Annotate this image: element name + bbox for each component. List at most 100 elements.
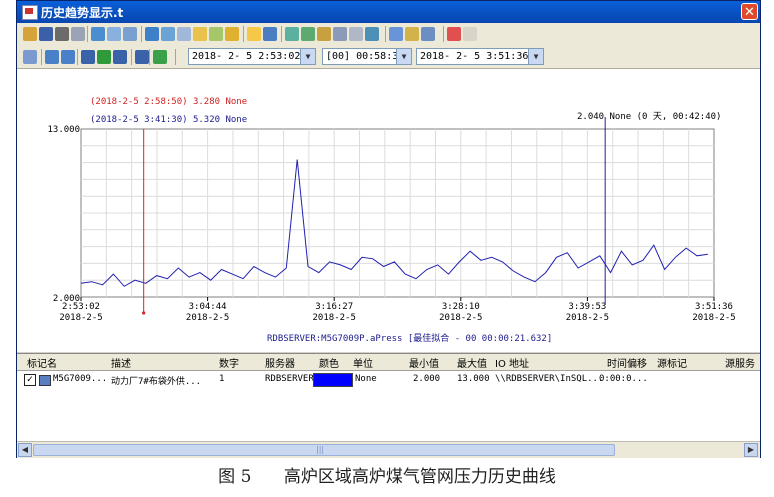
toolbar-separator bbox=[41, 49, 42, 65]
skip-end-icon[interactable] bbox=[135, 50, 149, 64]
scroll-grip: ||| bbox=[316, 445, 325, 454]
toolbar-separator bbox=[149, 49, 150, 65]
trend-chart-icon[interactable] bbox=[161, 27, 175, 41]
start-time-value: 2018- 2- 5 2:53:02 bbox=[192, 51, 301, 62]
col-tag-name[interactable]: 标记名 bbox=[27, 355, 57, 370]
x-tick-time-label: 3:28:10 bbox=[442, 302, 480, 312]
x-tick-time-label: 3:51:36 bbox=[695, 302, 733, 312]
x-tick-date-label: 2018-2-5 bbox=[186, 313, 229, 323]
print-icon[interactable] bbox=[55, 27, 69, 41]
interval-combo[interactable]: [00] 00:58:34.057 ▼ bbox=[322, 48, 412, 65]
cell-io-address: \\RDBSERVER\InSQL... bbox=[495, 374, 604, 384]
save-icon[interactable] bbox=[39, 27, 53, 41]
time-toolbar: 2018- 2- 5 2:53:02 ▼ [00] 00:58:34.057 ▼… bbox=[17, 46, 760, 69]
cursor-remove-icon[interactable] bbox=[301, 27, 315, 41]
history-trend-window: 历史趋势显示.t ✕ 2018- 2- 5 2:53:02 ▼ [00] 00:… bbox=[16, 0, 761, 458]
row-checkbox[interactable]: ✓ bbox=[24, 374, 36, 386]
toolbar-separator bbox=[443, 26, 444, 42]
col-server[interactable]: 服务器 bbox=[265, 355, 295, 370]
table-header: 标记名 描述 数字 服务器 颜色 单位 最小值 最大值 IO 地址 时间偏移 源… bbox=[17, 354, 760, 371]
col-description[interactable]: 描述 bbox=[111, 355, 131, 370]
fit-icon[interactable] bbox=[365, 27, 379, 41]
blue-cursor-readout: (2018-2-5 3:41:30) 5.320 None bbox=[90, 115, 247, 125]
col-unit[interactable]: 单位 bbox=[353, 355, 373, 370]
col-source-tag[interactable]: 源标记 bbox=[657, 355, 687, 370]
pin-icon[interactable] bbox=[193, 27, 207, 41]
col-source-server[interactable]: 源服务 bbox=[725, 355, 755, 370]
x-tick-date-label: 2018-2-5 bbox=[439, 313, 482, 323]
tag-icon bbox=[39, 375, 51, 386]
undo-icon[interactable] bbox=[447, 27, 461, 41]
scroll-right-button[interactable]: ▶ bbox=[744, 443, 758, 457]
highlight-icon[interactable] bbox=[247, 27, 261, 41]
cell-description: 动力厂7#布袋外供... bbox=[111, 377, 202, 387]
zoom-out-icon[interactable] bbox=[61, 50, 75, 64]
pan-icon[interactable] bbox=[405, 27, 419, 41]
end-time-combo[interactable]: 2018- 2- 5 3:51:36 ▼ bbox=[416, 48, 544, 65]
cell-max: 13.000 bbox=[457, 374, 490, 384]
chevron-down-icon[interactable]: ▼ bbox=[396, 49, 411, 64]
scroll-thumb[interactable]: ||| bbox=[33, 444, 615, 456]
close-button[interactable]: ✕ bbox=[741, 3, 758, 20]
properties-icon[interactable] bbox=[91, 27, 105, 41]
table-row[interactable]: ✓ M5G7009... 动力厂7#布袋外供... 1 RDBSERVER No… bbox=[17, 372, 760, 388]
cell-min: 2.000 bbox=[413, 374, 441, 384]
col-io-address[interactable]: IO 地址 bbox=[495, 355, 529, 370]
window-icon[interactable] bbox=[263, 27, 277, 41]
col-digit[interactable]: 数字 bbox=[219, 355, 239, 370]
chevron-down-icon[interactable]: ▼ bbox=[528, 49, 543, 64]
redo-icon[interactable] bbox=[463, 27, 477, 41]
play-icon[interactable] bbox=[97, 50, 111, 64]
red-cursor-readout: (2018-2-5 2:58:50) 3.280 None bbox=[90, 97, 247, 107]
xy-chart-icon[interactable] bbox=[145, 27, 159, 41]
cell-color-swatch[interactable] bbox=[313, 373, 353, 387]
toolbar-separator bbox=[141, 26, 142, 42]
rewind-icon[interactable] bbox=[81, 50, 95, 64]
end-time-value: 2018- 2- 5 3:51:36 bbox=[420, 51, 529, 62]
home-icon[interactable] bbox=[23, 50, 37, 64]
open-folder-icon[interactable] bbox=[23, 27, 37, 41]
resize-icon[interactable] bbox=[349, 27, 363, 41]
cell-unit: None bbox=[355, 374, 377, 384]
col-color[interactable]: 颜色 bbox=[319, 355, 339, 370]
cursor-move-icon[interactable] bbox=[317, 27, 331, 41]
fast-forward-icon[interactable] bbox=[113, 50, 127, 64]
col-max[interactable]: 最大值 bbox=[457, 355, 487, 370]
toolbar-separator bbox=[243, 26, 244, 42]
main-toolbar bbox=[17, 23, 760, 47]
toolbar-separator bbox=[87, 26, 88, 42]
scroll-left-button[interactable]: ◀ bbox=[18, 443, 32, 457]
trend-plot-area[interactable]: (2018-2-5 2:58:50) 3.280 None (2018-2-5 … bbox=[17, 69, 760, 352]
refresh-icon[interactable] bbox=[153, 50, 167, 64]
toolbar-separator bbox=[385, 26, 386, 42]
x-tick-date-label: 2018-2-5 bbox=[59, 313, 102, 323]
zoom-in-icon[interactable] bbox=[45, 50, 59, 64]
grid-icon[interactable] bbox=[107, 27, 121, 41]
zoom-window-icon[interactable] bbox=[389, 27, 403, 41]
toolbar-separator bbox=[131, 49, 132, 65]
marker-icon[interactable] bbox=[209, 27, 223, 41]
trend-chart[interactable]: (2018-2-5 2:58:50) 3.280 None (2018-2-5 … bbox=[17, 69, 760, 352]
col-time-offset[interactable]: 时间偏移 bbox=[607, 355, 647, 370]
tag-table[interactable]: 标记名 描述 数字 服务器 颜色 单位 最小值 最大值 IO 地址 时间偏移 源… bbox=[17, 353, 760, 442]
app-icon bbox=[22, 5, 38, 20]
x-tick-date-label: 2018-2-5 bbox=[566, 313, 609, 323]
y-tick-label-top: 13.000 bbox=[47, 125, 80, 135]
red-cursor-marker bbox=[142, 311, 146, 315]
window-title: 历史趋势显示.t bbox=[41, 6, 124, 20]
horizontal-scrollbar[interactable]: ◀ ||| ▶ bbox=[17, 441, 760, 458]
x-tick-time-label: 3:04:44 bbox=[189, 302, 227, 312]
col-min[interactable]: 最小值 bbox=[409, 355, 439, 370]
list-icon[interactable] bbox=[123, 27, 137, 41]
screen-icon[interactable] bbox=[421, 27, 435, 41]
cursor-add-icon[interactable] bbox=[285, 27, 299, 41]
pencil-icon[interactable] bbox=[225, 27, 239, 41]
chart-style-icon[interactable] bbox=[177, 27, 191, 41]
x-tick-date-label: 2018-2-5 bbox=[313, 313, 356, 323]
copy-icon[interactable] bbox=[71, 27, 85, 41]
scale-icon[interactable] bbox=[333, 27, 347, 41]
x-tick-time-label: 2:53:02 bbox=[62, 302, 100, 312]
chevron-down-icon[interactable]: ▼ bbox=[300, 49, 315, 64]
start-time-combo[interactable]: 2018- 2- 5 2:53:02 ▼ bbox=[188, 48, 316, 65]
title-bar[interactable]: 历史趋势显示.t ✕ bbox=[17, 1, 760, 23]
